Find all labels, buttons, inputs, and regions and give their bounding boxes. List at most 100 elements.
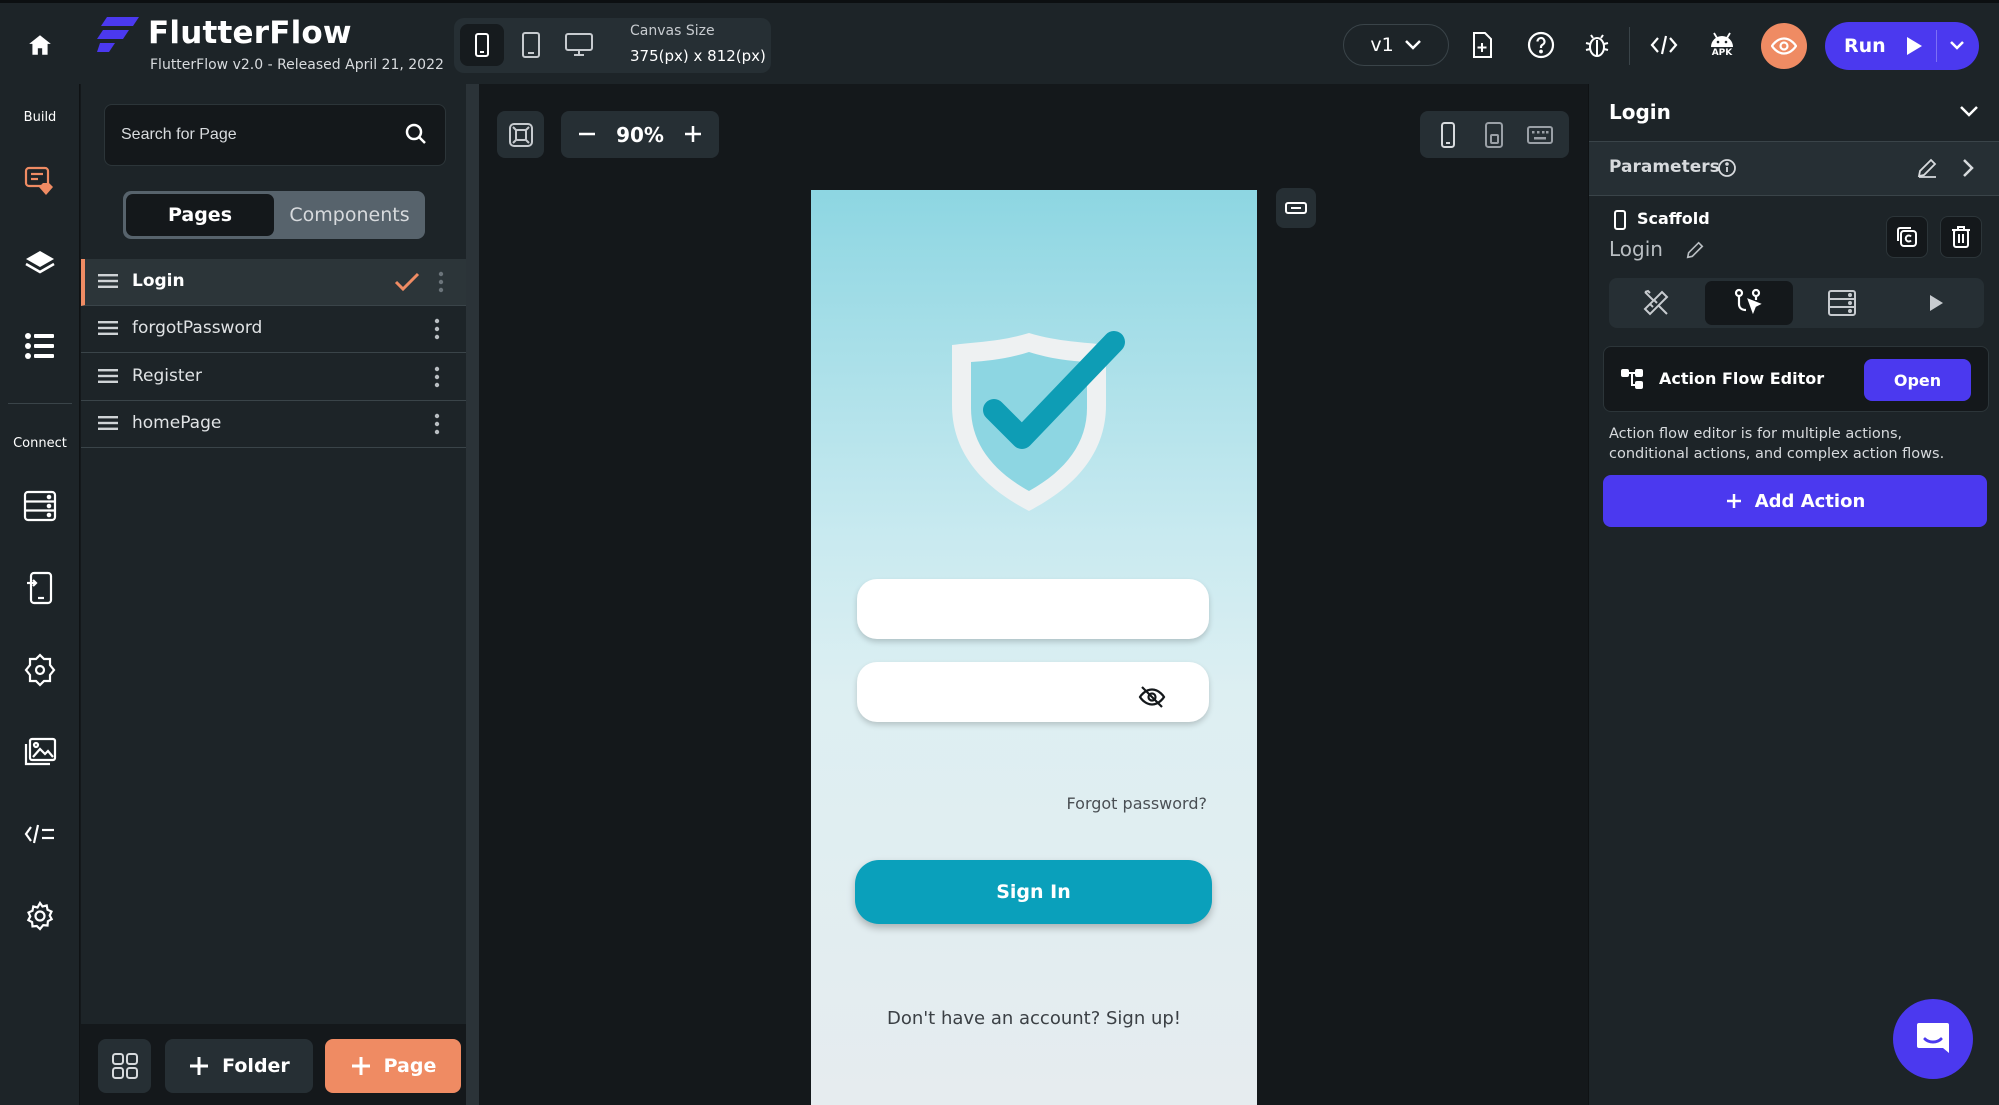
tab-backend-query[interactable] [1798, 281, 1886, 325]
add-folder-label: Folder [222, 1055, 290, 1077]
debug-button[interactable] [1577, 25, 1617, 65]
run-button[interactable]: Run [1825, 22, 1979, 70]
toggle-navbar-button[interactable] [1276, 188, 1316, 228]
phone-icon [475, 33, 489, 57]
phone-icon [1614, 210, 1626, 230]
add-page-button[interactable]: Page [325, 1039, 461, 1093]
download-apk-button[interactable]: APK [1702, 25, 1742, 65]
login-page-canvas[interactable]: Forgot password? Sign In Don't have an a… [811, 190, 1257, 1105]
page-search-input[interactable] [121, 105, 391, 165]
plus-icon [190, 1057, 209, 1075]
phone-icon [1441, 122, 1455, 148]
run-divider [1936, 30, 1937, 62]
keyboard-toggle-button[interactable] [1524, 119, 1556, 151]
visibility-off-icon[interactable] [1138, 685, 1166, 709]
widget-palette-button[interactable] [18, 159, 62, 203]
panel-resize-handle[interactable] [466, 84, 479, 1105]
canvas-size-value[interactable]: 375(px) x 812(px) [630, 47, 766, 65]
widget-palette-icon [24, 166, 53, 195]
brand-subtitle: FlutterFlow v2.0 - Released April 21, 20… [150, 57, 444, 73]
support-chat-button[interactable] [1893, 999, 1973, 1079]
tab-properties[interactable] [1612, 281, 1700, 325]
view-code-button[interactable] [1644, 25, 1684, 65]
pages-components-toggle: Pages Components [123, 191, 425, 239]
device-frame-button[interactable] [1432, 119, 1464, 151]
copy-widget-button[interactable] [1886, 216, 1928, 258]
flutterflow-logo [97, 17, 139, 53]
chevron-down-icon[interactable] [1959, 104, 1979, 118]
media-assets-button[interactable] [18, 730, 62, 774]
page-row-login[interactable]: Login [81, 259, 466, 306]
tab-animations[interactable] [1892, 281, 1980, 325]
drag-handle-icon[interactable] [98, 368, 118, 384]
trash-icon [1952, 226, 1970, 248]
pages-panel: Pages Components Login forgotPassword Re… [81, 84, 466, 1105]
brand-title: FlutterFlow [148, 15, 352, 51]
phone-view-button[interactable] [460, 24, 504, 66]
responsive-toggle-button[interactable] [1478, 119, 1510, 151]
drag-handle-icon[interactable] [98, 415, 118, 431]
help-button[interactable] [1521, 25, 1561, 65]
run-options-chevron-down-icon[interactable] [1949, 40, 1965, 52]
widget-tree-button[interactable] [18, 324, 62, 368]
plus-icon [351, 1057, 370, 1075]
custom-code-button[interactable] [18, 812, 62, 856]
search-icon[interactable] [405, 123, 427, 145]
add-folder-button[interactable]: Folder [165, 1039, 313, 1093]
add-action-button[interactable]: Add Action [1603, 475, 1987, 527]
sign-up-link[interactable]: Don't have an account? Sign up! [811, 1008, 1257, 1029]
more-options-icon[interactable] [438, 271, 444, 293]
settings-button[interactable] [18, 894, 62, 938]
zoom-in-icon[interactable] [682, 121, 704, 147]
chevron-right-icon[interactable] [1961, 157, 1975, 179]
properties-title: Login [1609, 100, 1671, 124]
page-row-register[interactable]: Register [81, 354, 466, 401]
tab-components[interactable]: Components [277, 194, 422, 236]
check-icon [394, 272, 420, 292]
page-label: forgotPassword [132, 318, 263, 338]
shield-check-icon[interactable] [949, 330, 1129, 514]
page-row-forgot-password[interactable]: forgotPassword [81, 306, 466, 353]
page-row-home-page[interactable]: homePage [81, 401, 466, 448]
info-icon[interactable] [1717, 158, 1737, 178]
add-file-button[interactable] [1462, 25, 1502, 65]
forgot-password-link[interactable]: Forgot password? [1067, 794, 1207, 813]
action-flow-description: Action flow editor is for multiple actio… [1609, 426, 1945, 462]
drag-handle-icon[interactable] [98, 273, 118, 289]
toolbar-divider [1629, 27, 1630, 65]
integrations-button[interactable] [18, 648, 62, 692]
layers-button[interactable] [18, 242, 62, 286]
sign-in-button[interactable]: Sign In [855, 860, 1212, 924]
fit-to-screen-button[interactable] [497, 111, 544, 158]
edit-icon[interactable] [1916, 157, 1938, 179]
more-options-icon[interactable] [434, 366, 440, 388]
settings-icon [26, 901, 54, 931]
help-icon [1527, 31, 1555, 59]
home-icon[interactable] [20, 25, 60, 65]
database-button[interactable] [18, 484, 62, 528]
desktop-view-button[interactable] [557, 24, 601, 66]
delete-widget-button[interactable] [1940, 216, 1982, 258]
page-templates-button[interactable] [98, 1039, 151, 1093]
database-icon [1828, 290, 1856, 316]
edit-icon[interactable] [1685, 240, 1705, 260]
version-select[interactable]: v1 [1343, 24, 1449, 66]
drag-handle-icon[interactable] [98, 320, 118, 336]
more-options-icon[interactable] [434, 413, 440, 435]
open-action-flow-button[interactable]: Open [1864, 359, 1971, 401]
version-value: v1 [1370, 34, 1394, 56]
more-options-icon[interactable] [434, 318, 440, 340]
parameters-row[interactable]: Parameters [1589, 141, 1999, 196]
tablet-icon [522, 32, 540, 58]
keyboard-icon [1527, 126, 1553, 144]
tab-pages[interactable]: Pages [126, 194, 274, 236]
media-assets-icon [24, 737, 57, 766]
preview-button[interactable] [1761, 23, 1807, 69]
custom-code-icon [24, 824, 54, 844]
tablet-view-button[interactable] [509, 24, 553, 66]
app-state-icon [27, 571, 53, 605]
app-state-button[interactable] [18, 566, 62, 610]
email-field[interactable] [857, 579, 1209, 639]
tab-actions[interactable] [1705, 281, 1793, 325]
eye-icon [1771, 37, 1797, 55]
